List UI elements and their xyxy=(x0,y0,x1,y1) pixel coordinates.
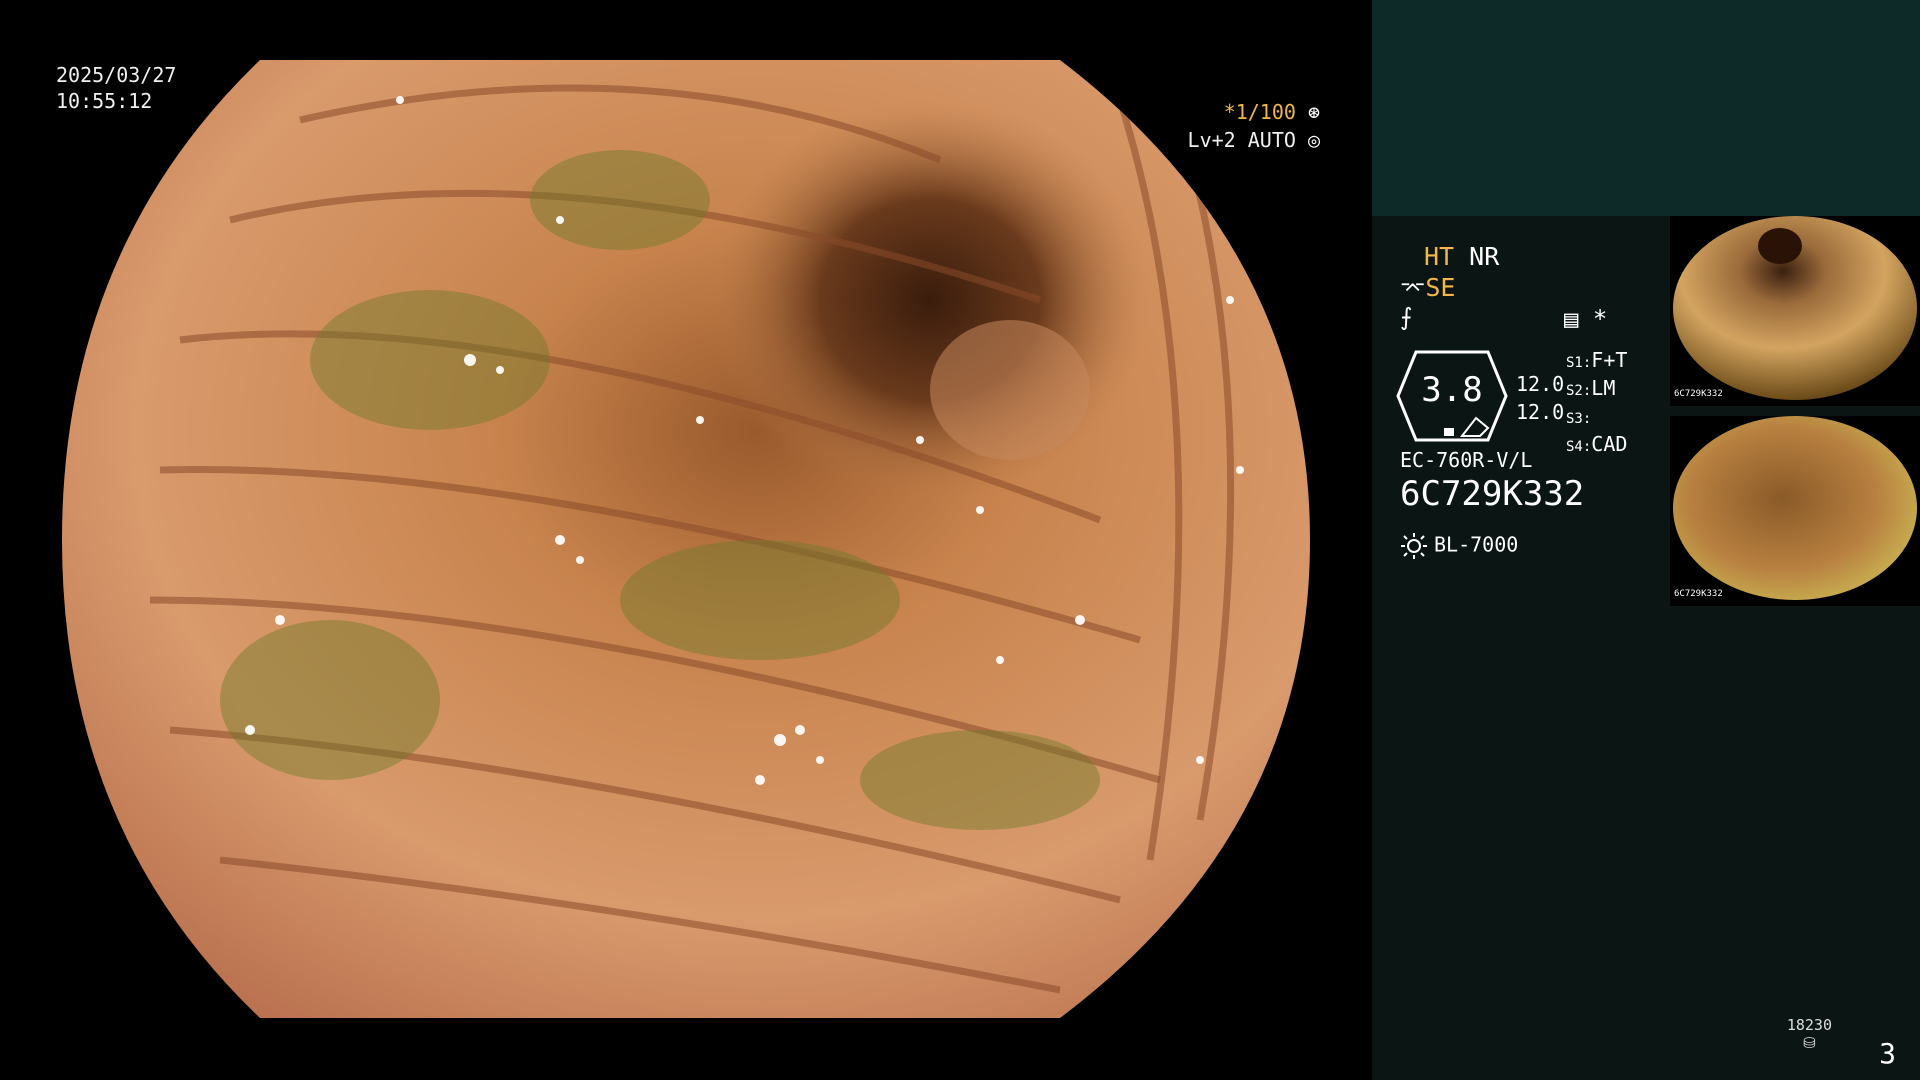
asterisk-icon: * xyxy=(1592,305,1608,333)
enhance-icon: ⨍ xyxy=(1400,303,1413,331)
date-text: 2025/03/27 xyxy=(56,63,177,87)
zoom-bottom-value: 12.0 xyxy=(1516,400,1565,424)
date-time-readout: 2025/03/27 10:55:12 xyxy=(56,62,176,114)
status-icons: ▤ * xyxy=(1564,305,1607,333)
exposure-readout: *1/100 ⊛ Lv+2 AUTO ◎ xyxy=(1188,98,1320,154)
light-source-model: BL-7000 xyxy=(1434,532,1519,557)
s1-value: F+T xyxy=(1591,348,1628,372)
octagon-value: 3.8 xyxy=(1421,370,1483,410)
thumbnail-2-image: 6C729K332 xyxy=(1673,416,1917,600)
time-text: 10:55:12 xyxy=(56,89,153,113)
counter-area: 18230 ⛁ xyxy=(1787,1016,1832,1052)
thumbnail-2-serial: 6C729K332 xyxy=(1674,589,1723,599)
nr-label: NR xyxy=(1469,242,1500,271)
ht-label: HT xyxy=(1424,242,1455,271)
thumbnail-1-serial: 6C729K332 xyxy=(1674,389,1723,399)
thumbnail-1[interactable]: 6C729K332 xyxy=(1670,216,1920,406)
sun-icon xyxy=(1401,533,1427,559)
mode-row-3: ⨍ xyxy=(1400,303,1413,331)
se-label: SE xyxy=(1425,273,1456,302)
switch-list: S1:F+T S2:LM S3: S4:CAD xyxy=(1566,348,1628,456)
colon-lumen-image xyxy=(62,60,1310,1018)
light-source: BL-7000 xyxy=(1400,532,1518,560)
image-counter: 18230 xyxy=(1786,1016,1832,1034)
aperture-icon: ⊛ xyxy=(1307,100,1320,124)
shutter-text: *1/100 xyxy=(1223,100,1296,124)
thumbnail-2[interactable]: 6C729K332 xyxy=(1670,416,1920,606)
zoom-values: 12.0 12.0 xyxy=(1516,370,1564,426)
storage-icon: ⛁ xyxy=(1803,1034,1816,1052)
s2-key: S2 xyxy=(1566,383,1583,399)
mode-row-1: HT NR xyxy=(1424,242,1499,271)
s1-key: S1 xyxy=(1566,355,1583,371)
thumbnail-1-image: 6C729K332 xyxy=(1673,216,1917,400)
s4-value: CAD xyxy=(1591,432,1628,456)
endoscopy-view: 2025/03/27 10:55:12 *1/100 ⊛ Lv+2 AUTO ◎ xyxy=(0,0,1372,1080)
info-panel: HT NR ⌤SE ⨍ ▤ * 3.8 12.0 12.0 S1:F+T S2:… xyxy=(1372,0,1920,1080)
mode-row-2: ⌤SE xyxy=(1400,273,1455,302)
s3-key: S3 xyxy=(1566,411,1583,427)
page-number: 3 xyxy=(1879,1037,1896,1070)
memory-icon: ▤ xyxy=(1564,305,1579,333)
s4-key: S4 xyxy=(1566,439,1583,455)
scope-model: EC-760R-V/L xyxy=(1400,448,1533,472)
structure-icon: ⌤ xyxy=(1400,277,1426,302)
s2-value: LM xyxy=(1591,376,1616,400)
scope-serial: 6C729K332 xyxy=(1400,474,1585,514)
zoom-top-value: 12.0 xyxy=(1516,372,1565,396)
level-text: Lv+2 AUTO xyxy=(1187,128,1296,152)
iris-icon: ◎ xyxy=(1307,128,1320,152)
